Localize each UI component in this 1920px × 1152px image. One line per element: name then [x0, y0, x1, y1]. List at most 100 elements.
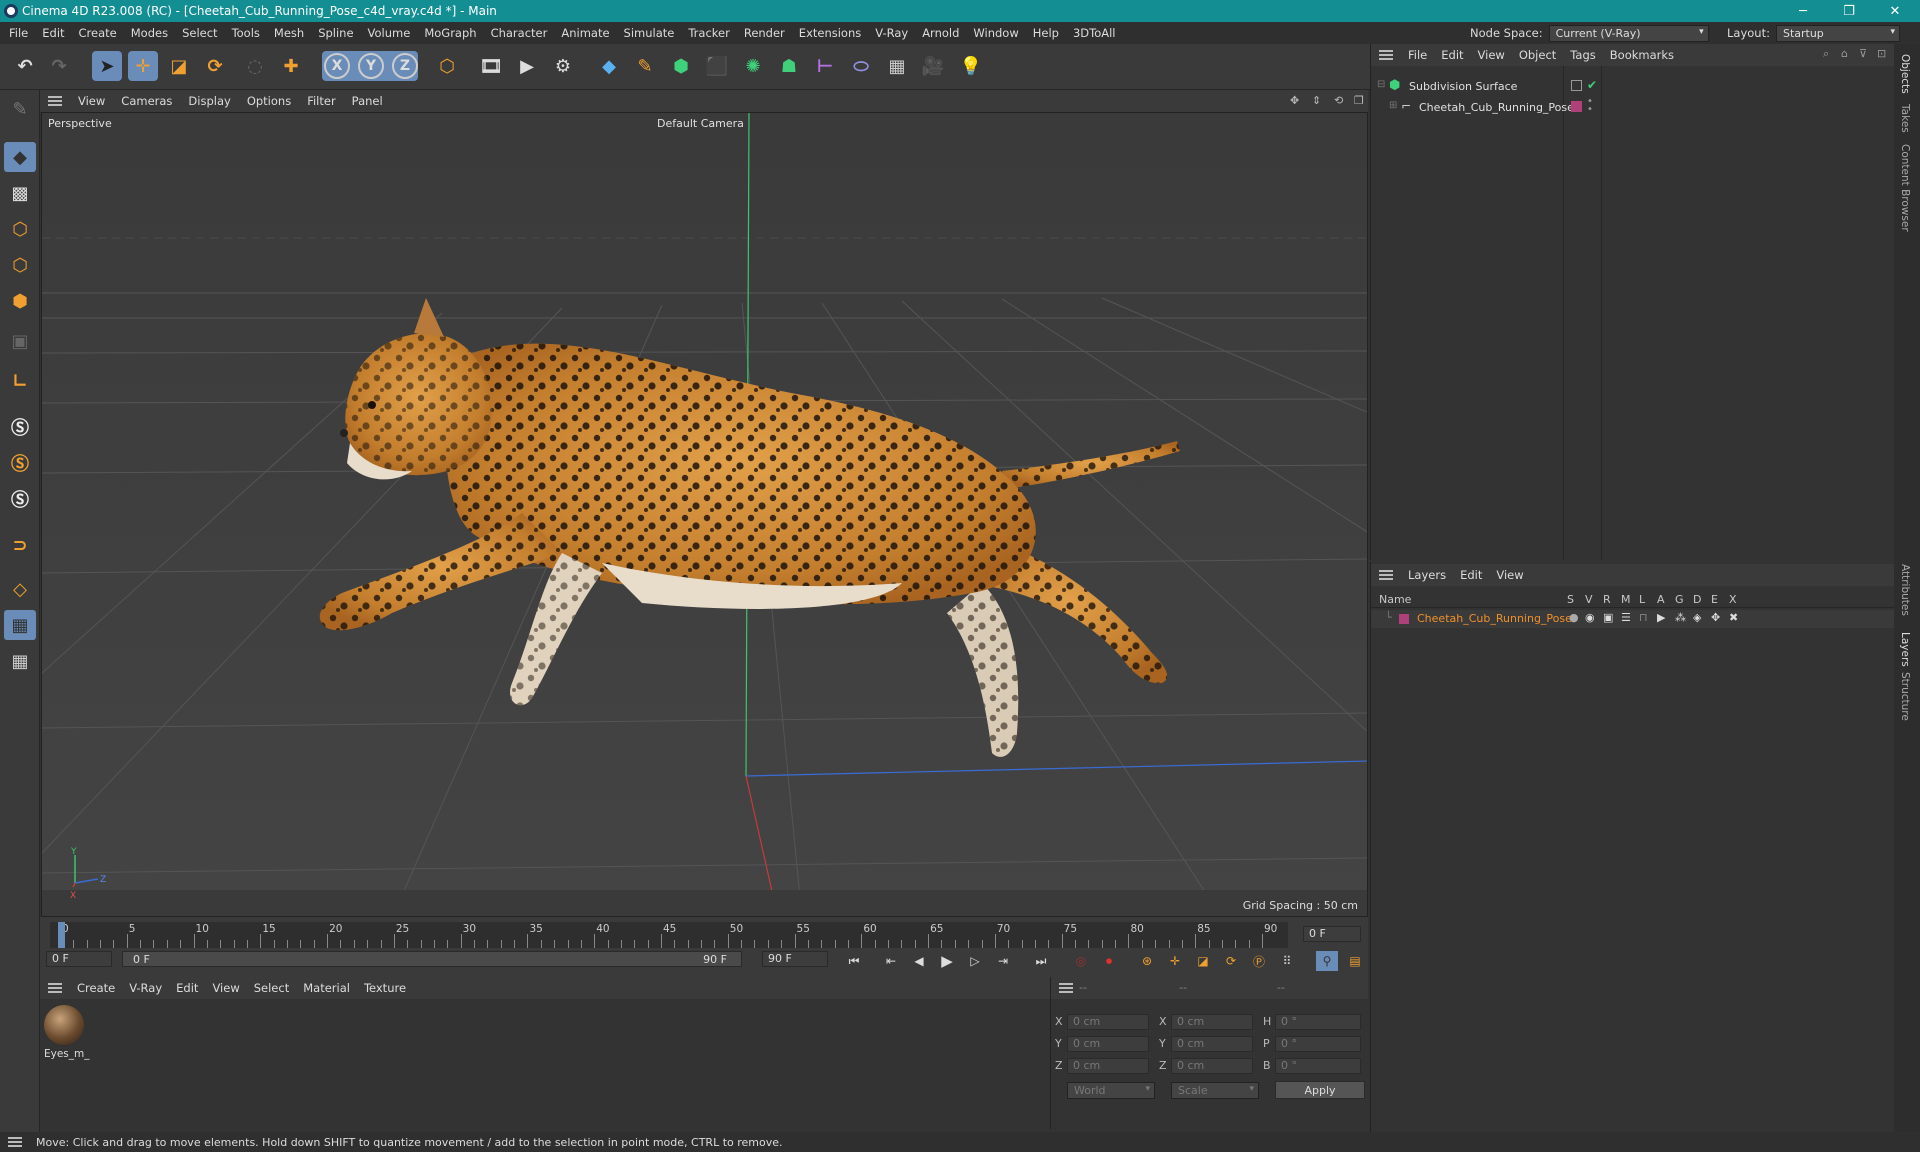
menu-vray[interactable]: V-Ray: [868, 26, 915, 40]
hamburger-icon[interactable]: [1059, 983, 1073, 993]
floor-environment-icon[interactable]: ▦: [882, 51, 912, 81]
live-selection-icon[interactable]: ◌: [240, 51, 270, 81]
tab-objects[interactable]: Objects: [1899, 54, 1911, 94]
material-menu-edit[interactable]: Edit: [169, 981, 205, 995]
keyframe-selection-icon[interactable]: ⊛: [1136, 951, 1158, 971]
menu-render[interactable]: Render: [737, 26, 792, 40]
size-x-field[interactable]: 0 cm: [1171, 1014, 1253, 1030]
minimize-button[interactable]: ─: [1780, 0, 1826, 22]
uv-mode-icon[interactable]: ▣: [4, 326, 36, 356]
tab-layers[interactable]: Layers: [1899, 632, 1911, 667]
expand-icon[interactable]: ⊞: [1389, 100, 1397, 111]
point-mode-icon[interactable]: ⬡: [4, 214, 36, 244]
object-menu-object[interactable]: Object: [1512, 48, 1563, 62]
current-frame-field[interactable]: 0 F: [1303, 926, 1361, 942]
menu-character[interactable]: Character: [484, 26, 555, 40]
material-menu-texture[interactable]: Texture: [357, 981, 413, 995]
pos-x-field[interactable]: 0 cm: [1067, 1014, 1149, 1030]
menu-edit[interactable]: Edit: [35, 26, 71, 40]
camera-icon[interactable]: 🎥: [918, 51, 948, 81]
spline-pen-icon[interactable]: ✎: [630, 51, 660, 81]
play-icon[interactable]: ▶: [936, 951, 958, 971]
enabled-check-icon[interactable]: ✔: [1587, 78, 1597, 92]
y-axis-lock-icon[interactable]: Y: [358, 53, 384, 79]
key-parameter-icon[interactable]: Ⓟ: [1248, 951, 1270, 971]
animation-icon[interactable]: ▶: [1657, 611, 1665, 624]
menu-arnold[interactable]: Arnold: [915, 26, 966, 40]
collapse-icon[interactable]: ⊟: [1377, 79, 1385, 90]
visibility-toggle-icon[interactable]: [1571, 80, 1582, 91]
layer-row[interactable]: └ Cheetah_Cub_Running_Pose ● ◉ ▣ ☰ ⊓ ▶ ⁂…: [1371, 610, 1895, 628]
snap-settings-icon[interactable]: Ⓢ: [4, 448, 36, 478]
zoom-view-icon[interactable]: ⇕: [1312, 94, 1321, 107]
move-view-icon[interactable]: ✥: [1290, 94, 1299, 107]
coordinate-system-dropdown[interactable]: World ▾: [1067, 1082, 1155, 1099]
viewport-menu-panel[interactable]: Panel: [344, 94, 391, 108]
expression-icon[interactable]: ✥: [1711, 611, 1720, 624]
key-rotation-icon[interactable]: ⟳: [1220, 951, 1242, 971]
pos-y-field[interactable]: 0 cm: [1067, 1036, 1149, 1052]
hamburger-icon[interactable]: [1379, 50, 1393, 60]
object-menu-file[interactable]: File: [1401, 48, 1434, 62]
menu-mesh[interactable]: Mesh: [267, 26, 311, 40]
pos-z-field[interactable]: 0 cm: [1067, 1058, 1149, 1074]
maximize-view-icon[interactable]: ❐: [1354, 94, 1364, 107]
menu-tools[interactable]: Tools: [225, 26, 267, 40]
render-picture-viewer-icon[interactable]: ▶: [512, 51, 542, 81]
playhead[interactable]: [58, 922, 65, 948]
viewport-menu-cameras[interactable]: Cameras: [113, 94, 180, 108]
object-row[interactable]: ⊟ ⬢ Subdivision Surface ✔: [1371, 77, 1895, 97]
key-pla-icon[interactable]: ⠿: [1276, 951, 1298, 971]
polygon-mode-icon[interactable]: ⬢: [4, 286, 36, 316]
hamburger-icon[interactable]: [48, 983, 62, 993]
object-menu-edit[interactable]: Edit: [1434, 48, 1470, 62]
workplane-icon[interactable]: ◇: [4, 574, 36, 604]
material-menu-create[interactable]: Create: [70, 981, 122, 995]
search-icon[interactable]: ⌕: [1823, 47, 1829, 61]
3d-viewport[interactable]: Perspective Default Camera Grid Spacing …: [41, 112, 1368, 917]
rot-h-field[interactable]: 0 °: [1275, 1014, 1361, 1030]
menu-tracker[interactable]: Tracker: [681, 26, 737, 40]
snap-workplane-icon[interactable]: Ⓢ: [4, 484, 36, 514]
render-view-icon[interactable]: 🎞: [476, 51, 506, 81]
tab-takes[interactable]: Takes: [1899, 104, 1911, 133]
menu-simulate[interactable]: Simulate: [617, 26, 682, 40]
tab-structure[interactable]: Structure: [1899, 672, 1911, 721]
magnet-icon[interactable]: ⊃: [4, 530, 36, 560]
key-scale-icon[interactable]: ◪: [1192, 951, 1214, 971]
viewport-menu-filter[interactable]: Filter: [299, 94, 343, 108]
rot-p-field[interactable]: 0 °: [1275, 1036, 1361, 1052]
next-key-icon[interactable]: ⇥: [992, 951, 1014, 971]
rot-b-field[interactable]: 0 °: [1275, 1058, 1361, 1074]
manager-icon[interactable]: ☰: [1621, 611, 1631, 624]
model-mode-icon[interactable]: ◆: [4, 142, 36, 172]
coordinate-system-icon[interactable]: ⬡: [432, 51, 462, 81]
viewport-menu-view[interactable]: View: [70, 94, 113, 108]
apply-button[interactable]: Apply: [1275, 1081, 1365, 1099]
x-axis-lock-icon[interactable]: X: [324, 53, 350, 79]
hamburger-icon[interactable]: [48, 96, 62, 106]
layer-name[interactable]: Cheetah_Cub_Running_Pose: [1417, 612, 1572, 625]
transform-icon[interactable]: ✚: [276, 51, 306, 81]
mograph-cloner-icon[interactable]: ✺: [738, 51, 768, 81]
move-tool-icon[interactable]: ✛: [128, 51, 158, 81]
size-z-field[interactable]: 0 cm: [1171, 1058, 1253, 1074]
field-icon[interactable]: ⬭: [846, 51, 876, 81]
undo-icon[interactable]: ↶: [10, 51, 40, 81]
object-menu-tags[interactable]: Tags: [1563, 48, 1602, 62]
maximize-button[interactable]: ❐: [1826, 0, 1872, 22]
tab-content-browser[interactable]: Content Browser: [1899, 144, 1911, 232]
object-row[interactable]: ⊞ ⌐ Cheetah_Cub_Running_Pose • •: [1371, 97, 1895, 118]
hamburger-icon[interactable]: [8, 1137, 22, 1147]
layer-color-swatch[interactable]: [1399, 614, 1409, 624]
subdivision-surface-icon[interactable]: ⬢: [666, 51, 696, 81]
xref-icon[interactable]: ✖: [1729, 611, 1738, 624]
cube-primitive-icon[interactable]: ◆: [594, 51, 624, 81]
end-frame-field[interactable]: 90 F: [762, 951, 828, 967]
select-arrow-icon[interactable]: ➤: [92, 51, 122, 81]
material-menu-vray[interactable]: V-Ray: [122, 981, 169, 995]
render-icon[interactable]: ▣: [1603, 611, 1613, 624]
snap-icon[interactable]: Ⓢ: [4, 412, 36, 442]
close-button[interactable]: ✕: [1872, 0, 1918, 22]
menu-volume[interactable]: Volume: [361, 26, 418, 40]
